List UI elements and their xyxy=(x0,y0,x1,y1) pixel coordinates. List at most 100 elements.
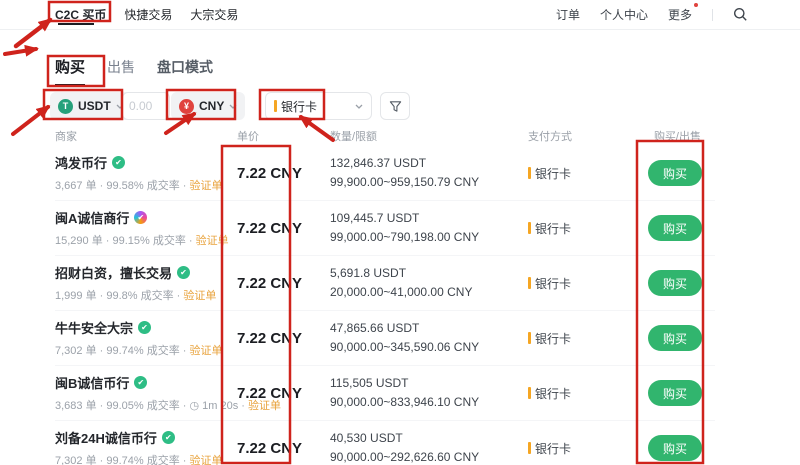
payment-method-select[interactable]: 银行卡 xyxy=(265,92,372,120)
verified-order-tag[interactable]: 验证单 xyxy=(190,455,223,465)
buy-button[interactable]: 购买 xyxy=(648,380,702,406)
chevron-down-icon xyxy=(355,104,363,109)
table-header-row: 商家 单价 数量/限额 支付方式 购买/出售 xyxy=(55,128,715,144)
annotation-arrow-usdt xyxy=(13,107,48,134)
offer-row: 闽B诚信币行 ✔ 3,683 单 · 99.05% 成交率 · ◷ 1m 20s… xyxy=(55,366,715,421)
merchant-name[interactable]: 牛牛安全大宗 xyxy=(55,318,133,337)
payment-color-bar-icon xyxy=(528,387,531,399)
payment-color-bar-icon xyxy=(528,222,531,234)
verified-order-tag[interactable]: 验证单 xyxy=(190,345,223,357)
buy-button[interactable]: 购买 xyxy=(648,325,702,351)
tether-icon: T xyxy=(58,99,73,114)
crypto-select-label: USDT xyxy=(78,99,111,113)
top-navbar: C2C 买币 快捷交易 大宗交易 订单 个人中心 更多 xyxy=(0,0,800,30)
chevron-down-icon xyxy=(229,104,237,109)
nav-item-more[interactable]: 更多 xyxy=(668,6,692,23)
payment-color-bar-icon xyxy=(528,332,531,344)
price: 7.22 CNY xyxy=(232,330,330,347)
active-nav-underline xyxy=(58,23,94,25)
buy-button[interactable]: 购买 xyxy=(648,270,702,296)
c2c-trading-page: C2C 买币 快捷交易 大宗交易 订单 个人中心 更多 购买 出售 盘口模式 T… xyxy=(0,0,800,465)
merchant-stats: 15,290 单 · 99.15% 成交率 · xyxy=(55,235,196,247)
fiat-select-label: CNY xyxy=(199,99,224,113)
offer-row: 刘备24H诚信币行 ✔ 7,302 单 · 99.74% 成交率 · 验证单 7… xyxy=(55,421,715,465)
header-price: 单价 xyxy=(232,128,330,144)
payment-method: 银行卡 xyxy=(535,220,571,237)
price: 7.22 CNY xyxy=(232,440,330,457)
buy-sell-tabs: 购买 出售 盘口模式 xyxy=(55,56,213,86)
payment-color-bar-icon xyxy=(274,100,277,112)
price: 7.22 CNY xyxy=(232,165,330,182)
buy-button[interactable]: 购买 xyxy=(648,160,702,186)
funnel-icon xyxy=(389,100,402,113)
merchant-name[interactable]: 闽A诚信商行 xyxy=(55,208,129,227)
merchant-stats: 7,302 单 · 99.74% 成交率 · xyxy=(55,455,190,465)
offer-row: 鸿发币行 ✔ 3,667 单 · 99.58% 成交率 · 验证单 7.22 C… xyxy=(55,146,715,201)
payment-method: 银行卡 xyxy=(535,440,571,457)
header-payment: 支付方式 xyxy=(528,128,648,144)
verified-badge-icon: ✔ xyxy=(134,211,147,224)
verified-badge-icon: ✔ xyxy=(134,376,147,389)
available-amount: 115,505 USDT xyxy=(330,374,528,393)
verified-badge-icon: ✔ xyxy=(177,266,190,279)
nav-item-orders[interactable]: 订单 xyxy=(556,6,580,23)
header-quantity-limit: 数量/限额 xyxy=(330,128,528,144)
limit-range: 20,000.00~41,000.00 CNY xyxy=(330,283,528,302)
amount-input[interactable] xyxy=(122,92,170,120)
merchant-stats: 3,683 单 · 99.05% 成交率 · ◷ 1m 20s · xyxy=(55,400,248,412)
payment-color-bar-icon xyxy=(528,167,531,179)
fiat-select[interactable]: ¥ CNY xyxy=(171,92,245,120)
merchant-name[interactable]: 闽B诚信币行 xyxy=(55,373,129,392)
verified-badge-icon: ✔ xyxy=(138,321,151,334)
header-buy-sell: 购买/出售 xyxy=(648,128,715,144)
price: 7.22 CNY xyxy=(232,220,330,237)
nav-item-express-trade[interactable]: 快捷交易 xyxy=(124,6,172,23)
price: 7.22 CNY xyxy=(232,275,330,292)
merchant-name[interactable]: 刘备24H诚信币行 xyxy=(55,428,157,447)
payment-method: 银行卡 xyxy=(535,330,571,347)
merchant-stats: 7,302 单 · 99.74% 成交率 · xyxy=(55,345,190,357)
offer-row: 牛牛安全大宗 ✔ 7,302 单 · 99.74% 成交率 · 验证单 7.22… xyxy=(55,311,715,366)
payment-method: 银行卡 xyxy=(535,275,571,292)
verified-order-tag[interactable]: 验证单 xyxy=(190,180,223,192)
verified-order-tag[interactable]: 验证单 xyxy=(183,290,216,302)
available-amount: 5,691.8 USDT xyxy=(330,264,528,283)
offer-row: 招财白资，擅长交易 ✔ 1,999 单 · 99.8% 成交率 · 验证单 7.… xyxy=(55,256,715,311)
offer-row: 闽A诚信商行 ✔ 15,290 单 · 99.15% 成交率 · 验证单 7.2… xyxy=(55,201,715,256)
tab-sell[interactable]: 出售 xyxy=(107,57,135,77)
offer-list: 鸿发币行 ✔ 3,667 单 · 99.58% 成交率 · 验证单 7.22 C… xyxy=(55,146,715,465)
nav-item-block-trade[interactable]: 大宗交易 xyxy=(190,6,238,23)
verified-order-tag[interactable]: 验证单 xyxy=(248,400,281,412)
merchant-name[interactable]: 招财白资，擅长交易 xyxy=(55,263,172,282)
payment-color-bar-icon xyxy=(528,277,531,289)
search-icon[interactable] xyxy=(733,7,748,22)
limit-range: 90,000.00~292,626.60 CNY xyxy=(330,448,528,465)
annotation-arrow-buy-tab xyxy=(5,49,36,54)
verified-badge-icon: ✔ xyxy=(162,431,175,444)
limit-range: 90,000.00~833,946.10 CNY xyxy=(330,393,528,412)
merchant-stats: 1,999 单 · 99.8% 成交率 · xyxy=(55,290,183,302)
limit-range: 99,900.00~959,150.79 CNY xyxy=(330,173,528,192)
merchant-name[interactable]: 鸿发币行 xyxy=(55,153,107,172)
verified-order-tag[interactable]: 验证单 xyxy=(196,235,229,247)
price: 7.22 CNY xyxy=(232,385,330,402)
available-amount: 109,445.7 USDT xyxy=(330,209,528,228)
limit-range: 90,000.00~345,590.06 CNY xyxy=(330,338,528,357)
available-amount: 47,865.66 USDT xyxy=(330,319,528,338)
notification-dot-icon xyxy=(694,3,698,7)
nav-item-profile[interactable]: 个人中心 xyxy=(600,6,648,23)
filter-button[interactable] xyxy=(380,92,410,120)
tab-orderbook-mode[interactable]: 盘口模式 xyxy=(157,57,213,77)
buy-button[interactable]: 购买 xyxy=(648,215,702,241)
tab-buy[interactable]: 购买 xyxy=(55,56,85,86)
nav-item-c2c-buy[interactable]: C2C 买币 xyxy=(55,6,106,23)
payment-select-label: 银行卡 xyxy=(281,98,317,115)
merchant-stats: 3,667 单 · 99.58% 成交率 · xyxy=(55,180,190,192)
limit-range: 99,000.00~790,198.00 CNY xyxy=(330,228,528,247)
cny-icon: ¥ xyxy=(179,99,194,114)
buy-button[interactable]: 购买 xyxy=(648,435,702,461)
crypto-select[interactable]: T USDT xyxy=(50,92,132,120)
payment-method: 银行卡 xyxy=(535,165,571,182)
available-amount: 132,846.37 USDT xyxy=(330,154,528,173)
verified-badge-icon: ✔ xyxy=(112,156,125,169)
